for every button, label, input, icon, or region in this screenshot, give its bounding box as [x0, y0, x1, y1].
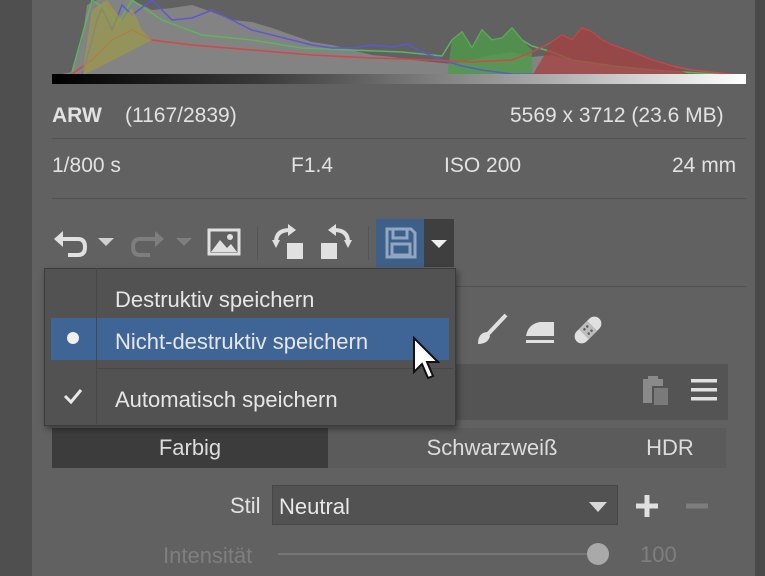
menu-item-destructive-save[interactable]: Destruktiv speichern	[45, 275, 455, 319]
menu-separator	[97, 368, 453, 369]
save-button[interactable]	[376, 219, 424, 267]
style-label: Stil	[230, 493, 261, 518]
histogram-green-fill	[447, 28, 532, 76]
brush-icon[interactable]	[474, 312, 510, 348]
menu-gutter	[96, 268, 97, 424]
paste-icon[interactable]	[640, 374, 672, 408]
menu-icon[interactable]	[690, 377, 718, 403]
menu-item-label: Nicht-destruktiv speichern	[115, 329, 369, 354]
bullet-icon	[67, 332, 79, 344]
intensity-label: Intensität	[163, 543, 253, 568]
check-icon	[63, 389, 83, 405]
histogram	[52, 0, 746, 76]
menu-item-auto-save[interactable]: Automatisch speichern	[45, 375, 455, 419]
file-format: ARW	[52, 104, 102, 127]
undo-dropdown-icon[interactable]	[97, 236, 115, 248]
style-select[interactable]: Neutral	[272, 485, 618, 525]
iron-icon[interactable]	[522, 314, 558, 346]
image-icon[interactable]	[207, 228, 241, 256]
rotate-right-icon[interactable]	[318, 222, 354, 262]
tab-hdr[interactable]: HDR	[630, 428, 710, 468]
style-value: Neutral	[279, 494, 350, 519]
toolbar-separator	[257, 226, 258, 260]
panel-scrollbar[interactable]	[755, 0, 765, 576]
histogram-gradient-bar	[52, 74, 746, 84]
bandage-icon[interactable]	[570, 312, 606, 348]
redo-dropdown-icon	[176, 238, 192, 246]
plus-icon[interactable]	[634, 493, 660, 519]
menu-item-label: Destruktiv speichern	[115, 287, 315, 312]
intensity-slider-track[interactable]	[278, 553, 598, 555]
intensity-value: 100	[640, 542, 677, 567]
tab-farbig[interactable]: Farbig	[52, 428, 328, 468]
divider	[52, 138, 746, 139]
undo-icon[interactable]	[52, 226, 88, 260]
intensity-slider-handle[interactable]	[587, 543, 609, 565]
mouse-cursor-icon	[413, 336, 441, 380]
save-icon	[385, 227, 417, 259]
left-edge-strip	[0, 0, 32, 576]
exif-shutter: 1/800 s	[52, 154, 121, 177]
rotate-left-icon[interactable]	[270, 222, 306, 262]
save-options-menu: Destruktiv speichern Nicht-destruktiv sp…	[44, 268, 456, 426]
toolbar-separator	[368, 226, 369, 260]
save-dropdown-button[interactable]	[424, 219, 454, 267]
divider	[52, 198, 746, 199]
tab-schwarzweiss[interactable]: Schwarzweiß	[382, 428, 602, 468]
exif-aperture: F1.4	[291, 154, 334, 177]
minus-icon	[686, 503, 708, 509]
histogram-red-fill	[532, 28, 692, 76]
color-mode-tabs: Farbig Schwarzweiß HDR	[52, 428, 726, 468]
exif-focal-length: 24 mm	[672, 154, 737, 177]
section-header	[454, 364, 728, 420]
menu-item-nondestructive-save[interactable]: Nicht-destruktiv speichern	[51, 318, 449, 360]
file-position: (1167/2839)	[125, 104, 237, 127]
menu-item-label: Automatisch speichern	[115, 387, 338, 412]
exif-iso: ISO 200	[444, 154, 522, 177]
chevron-down-icon	[589, 502, 607, 512]
redo-icon	[130, 231, 164, 257]
save-dropdown-icon	[431, 240, 447, 248]
image-dimensions: 5569 x 3712 (23.6 MB)	[510, 104, 724, 127]
